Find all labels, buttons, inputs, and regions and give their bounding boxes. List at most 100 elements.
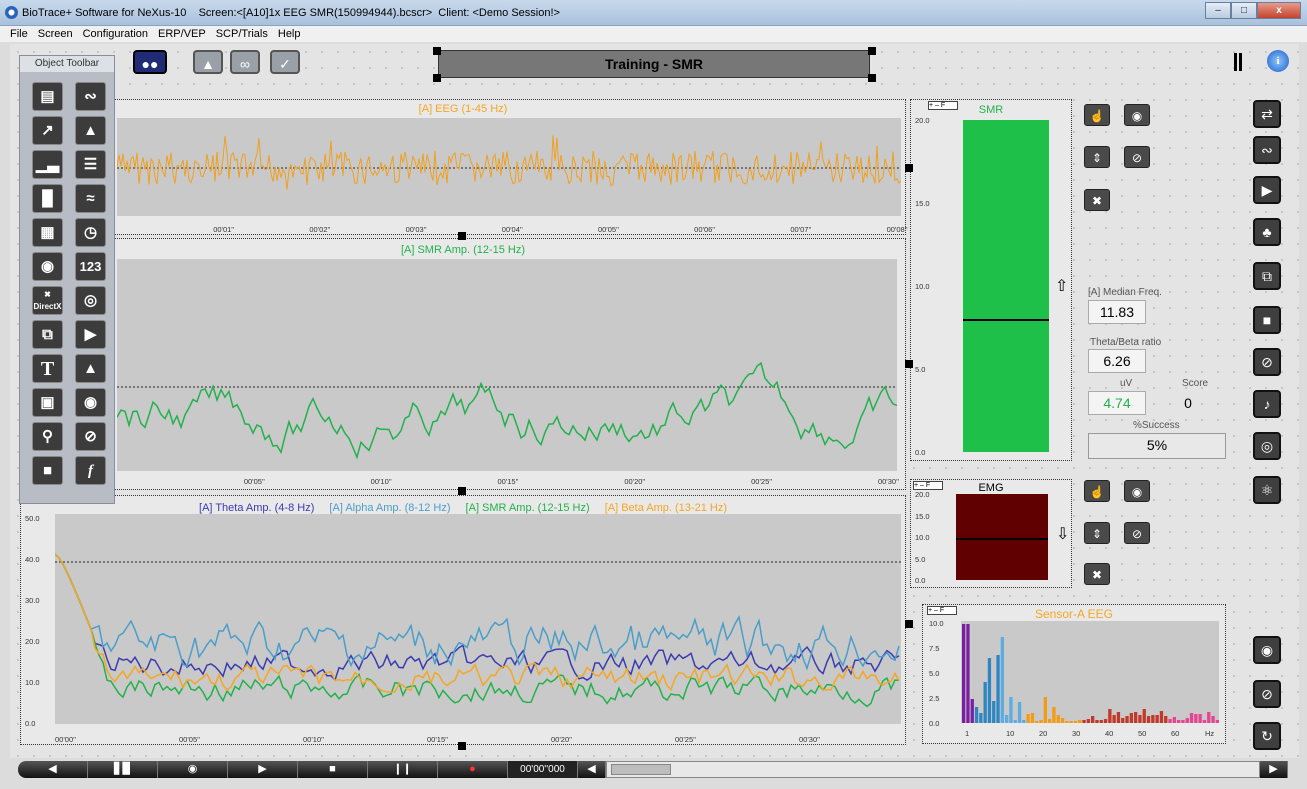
- display-object-icon[interactable]: ▤: [32, 82, 63, 111]
- emg-eye-icon[interactable]: ◉: [1124, 480, 1150, 502]
- scroll-left-button[interactable]: ◀: [578, 761, 606, 778]
- reset-123-icon[interactable]: ↻: [1253, 722, 1281, 750]
- x-tick-label: 1: [965, 729, 970, 738]
- graph-icon[interactable]: ∾: [1253, 136, 1281, 164]
- image-graph-icon[interactable]: ▦: [32, 218, 63, 247]
- spectrum-bar: [992, 701, 996, 723]
- menu-file[interactable]: File: [10, 28, 28, 40]
- compass-nav-icon[interactable]: ⊘: [1253, 348, 1281, 376]
- compass-icon[interactable]: ⊘: [75, 422, 106, 451]
- text-icon[interactable]: T: [32, 354, 63, 383]
- copy-screen-icon[interactable]: ⧉: [1253, 262, 1281, 290]
- copy-icon[interactable]: ⧉: [32, 320, 63, 349]
- swap-icon[interactable]: ⇄: [1253, 100, 1281, 128]
- link-icon[interactable]: ∞: [230, 50, 260, 74]
- menu-help[interactable]: Help: [278, 28, 301, 40]
- play-button[interactable]: ▶: [228, 761, 298, 778]
- smr-panel-controls[interactable]: + – F: [928, 101, 958, 110]
- selection-handle[interactable]: [868, 74, 876, 82]
- x-tick-label: 00'05'': [179, 735, 200, 744]
- spectrum-panel-controls[interactable]: + – F: [927, 606, 957, 615]
- emg-updown-icon[interactable]: ⇕: [1084, 522, 1110, 544]
- line-graph-icon[interactable]: ∾: [75, 82, 106, 111]
- emg-close-icon[interactable]: ✖: [1084, 563, 1110, 585]
- smr-close-icon[interactable]: ✖: [1084, 189, 1110, 211]
- info-icon[interactable]: i: [1267, 50, 1289, 72]
- pause-button[interactable]: ❙❙: [368, 761, 438, 778]
- menu-configuration[interactable]: Configuration: [83, 28, 148, 40]
- puzzle-icon[interactable]: ♣: [1253, 218, 1281, 246]
- video-camera-icon[interactable]: ▣: [32, 388, 63, 417]
- atom-icon[interactable]: ⚛: [1253, 476, 1281, 504]
- play-media-icon[interactable]: ▶: [1253, 176, 1281, 204]
- y-tick-label: 15.0: [915, 511, 930, 521]
- smr-plot: [117, 259, 897, 471]
- video-icon[interactable]: ▶: [75, 320, 106, 349]
- minimize-button[interactable]: –: [1205, 2, 1231, 19]
- chart-button[interactable]: ▋▉: [88, 761, 158, 778]
- marker-button[interactable]: ◉: [158, 761, 228, 778]
- bar-up-icon[interactable]: ▲: [75, 116, 106, 145]
- selection-handle[interactable]: [458, 487, 466, 495]
- x-tick-label: 20: [1039, 729, 1048, 738]
- emg-threshold-line[interactable]: [956, 538, 1048, 541]
- stop-button[interactable]: ■: [298, 761, 368, 778]
- smr-updown-icon[interactable]: ⇕: [1084, 146, 1110, 168]
- close-button[interactable]: x: [1257, 2, 1301, 19]
- selection-handle[interactable]: [458, 742, 466, 750]
- selection-handle[interactable]: [458, 232, 466, 240]
- timeline-scrollbar[interactable]: [606, 761, 1260, 778]
- emg-eye-off-icon[interactable]: ⊘: [1124, 522, 1150, 544]
- level-icon[interactable]: ☰: [75, 150, 106, 179]
- selection-handle[interactable]: [905, 620, 913, 628]
- rewind-button[interactable]: ◀: [18, 761, 88, 778]
- eye-123-icon[interactable]: ◉: [1253, 636, 1281, 664]
- selection-handle[interactable]: [905, 164, 913, 172]
- emg-panel-controls[interactable]: + – F: [913, 481, 943, 490]
- game-icon[interactable]: ■: [1253, 306, 1281, 334]
- x-tick-label: 00'15'': [427, 735, 448, 744]
- spectrum-icon[interactable]: █: [32, 184, 63, 213]
- microphone-icon[interactable]: ⚲: [32, 422, 63, 451]
- histogram-icon[interactable]: ▁▃: [32, 150, 63, 179]
- spectrum-title: Sensor-A EEG: [1034, 607, 1114, 621]
- education-icon[interactable]: ▲: [193, 50, 223, 74]
- smr-eye-icon[interactable]: ◉: [1124, 104, 1150, 126]
- speaker-icon[interactable]: ♪: [1253, 390, 1281, 418]
- smr-eye-off-icon[interactable]: ⊘: [1124, 146, 1150, 168]
- trend-icon[interactable]: ↗: [32, 116, 63, 145]
- maximize-button[interactable]: □: [1231, 2, 1257, 19]
- emg-hand-icon[interactable]: ☝: [1084, 480, 1110, 502]
- client-icon[interactable]: ●●: [133, 50, 167, 74]
- target-nav-icon[interactable]: ◎: [1253, 432, 1281, 460]
- selection-handle[interactable]: [868, 47, 876, 55]
- flash-icon[interactable]: f: [75, 456, 106, 485]
- spectrum-bar: [1151, 715, 1155, 723]
- check-icon[interactable]: ✓: [270, 50, 300, 74]
- score-label: Score: [1182, 378, 1209, 389]
- drop-icon[interactable]: ◉: [32, 252, 63, 281]
- spectrum-bar: [1116, 712, 1121, 723]
- x-tick-label: 40: [1105, 729, 1114, 738]
- scroll-right-button[interactable]: ▶: [1260, 761, 1288, 778]
- waves-icon[interactable]: ≈: [75, 184, 106, 213]
- uv-label: uV: [1120, 378, 1133, 389]
- webcam-icon[interactable]: ◉: [75, 388, 106, 417]
- record-button[interactable]: ●: [438, 761, 508, 778]
- directx-icon[interactable]: ✖ DirectX: [32, 286, 63, 315]
- number-display-icon[interactable]: 123: [75, 252, 106, 281]
- selection-handle[interactable]: [433, 74, 441, 82]
- clock-icon[interactable]: ◷: [75, 218, 106, 247]
- selection-handle[interactable]: [905, 360, 913, 368]
- menu-scp-trials[interactable]: SCP/Trials: [216, 28, 268, 40]
- smr-threshold-line[interactable]: [963, 318, 1049, 321]
- scrollbar-thumb[interactable]: [611, 764, 671, 775]
- picture-icon[interactable]: ▲: [75, 354, 106, 383]
- smr-hand-icon[interactable]: ☝: [1084, 104, 1110, 126]
- target-icon[interactable]: ◎: [75, 286, 106, 315]
- menu-erp-vep[interactable]: ERP/VEP: [158, 28, 206, 40]
- menu-screen[interactable]: Screen: [38, 28, 73, 40]
- eye-off-123-icon[interactable]: ⊘: [1253, 680, 1281, 708]
- gamepad-icon[interactable]: ■: [32, 456, 63, 485]
- selection-handle[interactable]: [433, 47, 441, 55]
